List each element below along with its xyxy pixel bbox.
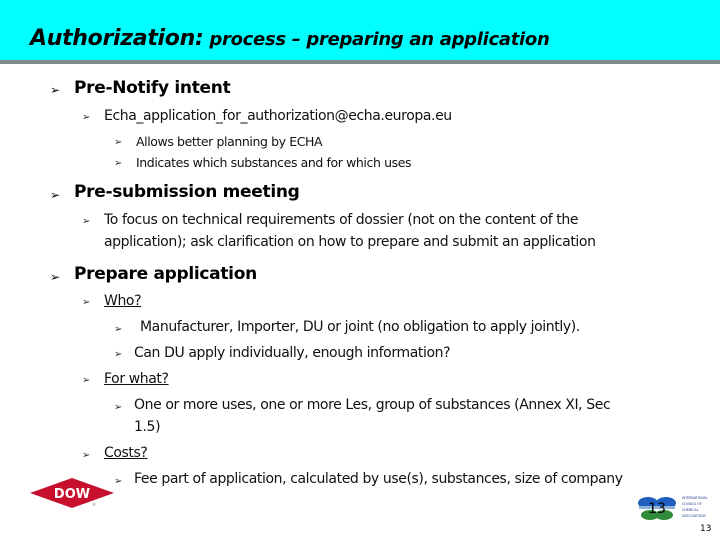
slide-title-main: Authorization: (30, 26, 204, 51)
title-rule (0, 60, 720, 64)
list-item: Indicates which substances and for which… (136, 155, 412, 170)
icca-text-line1: INTERNATIONAL (682, 496, 708, 500)
slide-title: Authorization: process – preparing an ap… (30, 26, 550, 51)
icca-text-line3: CHEMICAL (682, 508, 699, 512)
arrow-bullet-icon: ➢ (114, 137, 123, 148)
arrow-bullet-icon: ➢ (82, 375, 91, 386)
arrow-bullet-icon: ➢ (114, 402, 123, 413)
arrow-bullet-icon: ➢ (82, 112, 91, 123)
slide-title-sub: process – preparing an application (203, 29, 550, 50)
dow-logo: DOW ® (30, 478, 114, 508)
arrow-bullet-icon: ➢ (50, 270, 61, 284)
list-item: Manufacturer, Importer, DU or joint (no … (140, 319, 580, 335)
who-link[interactable]: Who? (104, 293, 142, 309)
list-item: Can DU apply individually, enough inform… (134, 345, 451, 361)
for-what-item-line1: One or more uses, one or more Les, group… (134, 397, 611, 413)
icca-text-line4: ASSOCIATIONS (682, 514, 706, 518)
arrow-bullet-icon: ➢ (114, 158, 123, 169)
costs-link[interactable]: Costs? (104, 445, 148, 461)
page-number: 13 (700, 524, 712, 534)
icca-logo: 13 INTERNATIONAL COUNCIL OF CHEMICAL ASS… (638, 496, 708, 520)
echa-email-link[interactable]: Echa_application_for_authorization@echa.… (104, 108, 452, 124)
arrow-bullet-icon: ➢ (82, 297, 91, 308)
pre-submission-text-line1: To focus on technical requirements of do… (104, 212, 579, 228)
list-item: Allows better planning by ECHA (136, 134, 323, 149)
arrow-bullet-icon: ➢ (114, 476, 123, 487)
for-what-link[interactable]: For what? (104, 371, 169, 387)
dow-trademark: ® (92, 502, 96, 507)
icca-number: 13 (648, 501, 666, 517)
for-what-item-line2: 1.5) (134, 419, 161, 435)
pre-submission-text-line2: application); ask clarification on how t… (104, 234, 596, 250)
list-item: Fee part of application, calculated by u… (134, 471, 623, 487)
arrow-bullet-icon: ➢ (50, 83, 61, 97)
arrow-bullet-icon: ➢ (50, 188, 61, 202)
arrow-bullet-icon: ➢ (82, 450, 91, 461)
arrow-bullet-icon: ➢ (82, 216, 91, 227)
heading-pre-notify: Pre-Notify intent (74, 78, 231, 98)
dow-logo-text: DOW (54, 487, 90, 502)
icca-text-line2: COUNCIL OF (682, 502, 702, 506)
heading-pre-submission: Pre-submission meeting (74, 182, 300, 202)
heading-prepare-application: Prepare application (74, 264, 257, 284)
arrow-bullet-icon: ➢ (114, 324, 123, 335)
arrow-bullet-icon: ➢ (114, 349, 123, 360)
